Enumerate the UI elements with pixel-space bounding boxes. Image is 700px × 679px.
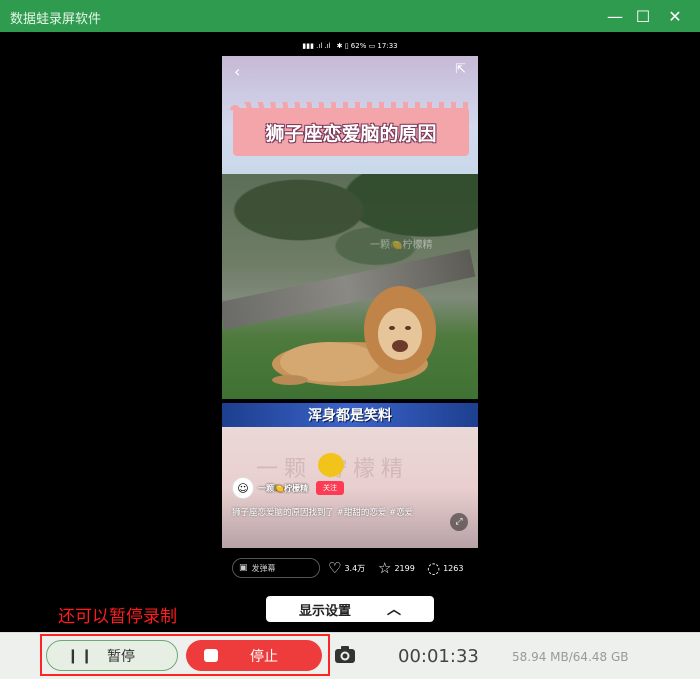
danmu-button[interactable]: ▣ 发弹幕 [232, 558, 320, 578]
stop-icon [204, 649, 218, 662]
author-name[interactable]: 一颗🍋柠檬精 [258, 483, 308, 494]
lemon-icon [318, 453, 344, 477]
phone-status-bar: ▮▮▮ .ıl .ıl ✱ ▯ 62% ▭ 17:33 [222, 36, 478, 56]
stop-label: 停止 [250, 648, 278, 665]
danmu-label: 发弹幕 [251, 563, 276, 573]
status-bar-battery-time: ✱ ▯ 62% ▭ 17:33 [336, 42, 398, 50]
pause-label: 暂停 [107, 648, 135, 665]
author-row: ☺ 一颗🍋柠檬精 关注 [232, 477, 344, 499]
favorite-button[interactable]: ☆ 2199 [378, 558, 415, 578]
heart-icon: ♡ [328, 559, 342, 577]
display-settings-label: 显示设置 [298, 603, 351, 619]
phone-screen-preview: ▮▮▮ .ıl .ıl ✱ ▯ 62% ▭ 17:33 ‹ ⇱ 狮子座恋爱脑的原… [222, 36, 478, 548]
lion-image [272, 286, 436, 386]
video-player[interactable]: ‹ ⇱ 狮子座恋爱脑的原因 一颗🍋柠檬精 浑身都是笑料 一颗 柠檬精 ☺ 一颗🍋… [222, 56, 478, 548]
expand-icon[interactable]: ⤢ [450, 513, 468, 531]
comment-icon: ◌ [427, 559, 441, 577]
video-bottom-area: 一颗 柠檬精 ☺ 一颗🍋柠檬精 关注 狮子座恋爱脑的原因找到了 #甜甜的恋爱 #… [222, 427, 478, 548]
comment-button[interactable]: ◌ 1263 [427, 558, 463, 578]
interaction-bar: ▣ 发弹幕 ♡ 3.4万 ☆ 2199 ◌ 1263 [222, 550, 478, 586]
video-title-banner: 狮子座恋爱脑的原因 [229, 102, 473, 156]
display-settings-button[interactable]: 显示设置 ︿ [266, 596, 434, 622]
like-count: 3.4万 [344, 563, 366, 573]
camera-icon[interactable] [334, 644, 356, 664]
maximize-button[interactable]: ☐ [626, 0, 660, 32]
chevron-up-icon: ︿ [387, 602, 401, 618]
video-caption-strip: 浑身都是笑料 [222, 403, 478, 427]
follow-button[interactable]: 关注 [315, 481, 344, 495]
danmu-icon: ▣ [239, 563, 248, 573]
video-description: 狮子座恋爱脑的原因找到了 #甜甜的恋爱 #恋爱 [232, 508, 414, 518]
favorite-count: 2199 [394, 563, 415, 573]
storage-usage: 58.94 MB/64.48 GB [512, 650, 629, 664]
avatar[interactable]: ☺ [232, 477, 254, 499]
pause-button[interactable]: ❙❙ 暂停 [46, 640, 178, 671]
chevron-left-icon[interactable]: ‹ [234, 62, 240, 81]
star-icon: ☆ [378, 559, 392, 577]
video-caption-text: 浑身都是笑料 [308, 408, 392, 424]
share-icon[interactable]: ⇱ [455, 62, 466, 77]
video-title-text: 狮子座恋爱脑的原因 [265, 122, 437, 145]
recording-timer: 00:01:33 [398, 646, 479, 667]
stop-button[interactable]: 停止 [186, 640, 322, 671]
video-scene: 一颗🍋柠檬精 [222, 174, 478, 399]
like-button[interactable]: ♡ 3.4万 [328, 558, 365, 578]
title-bar: 数据蛙录屏软件 — ☐ ✕ [0, 0, 700, 32]
video-watermark: 一颗🍋柠檬精 [370, 240, 433, 251]
pause-icon: ❙❙ [67, 647, 95, 664]
window-title: 数据蛙录屏软件 [10, 12, 102, 27]
status-bar-signal: ▮▮▮ .ıl .ıl [302, 42, 331, 50]
annotation-label: 还可以暂停录制 [58, 607, 177, 627]
comment-count: 1263 [443, 563, 464, 573]
close-button[interactable]: ✕ [658, 0, 692, 32]
